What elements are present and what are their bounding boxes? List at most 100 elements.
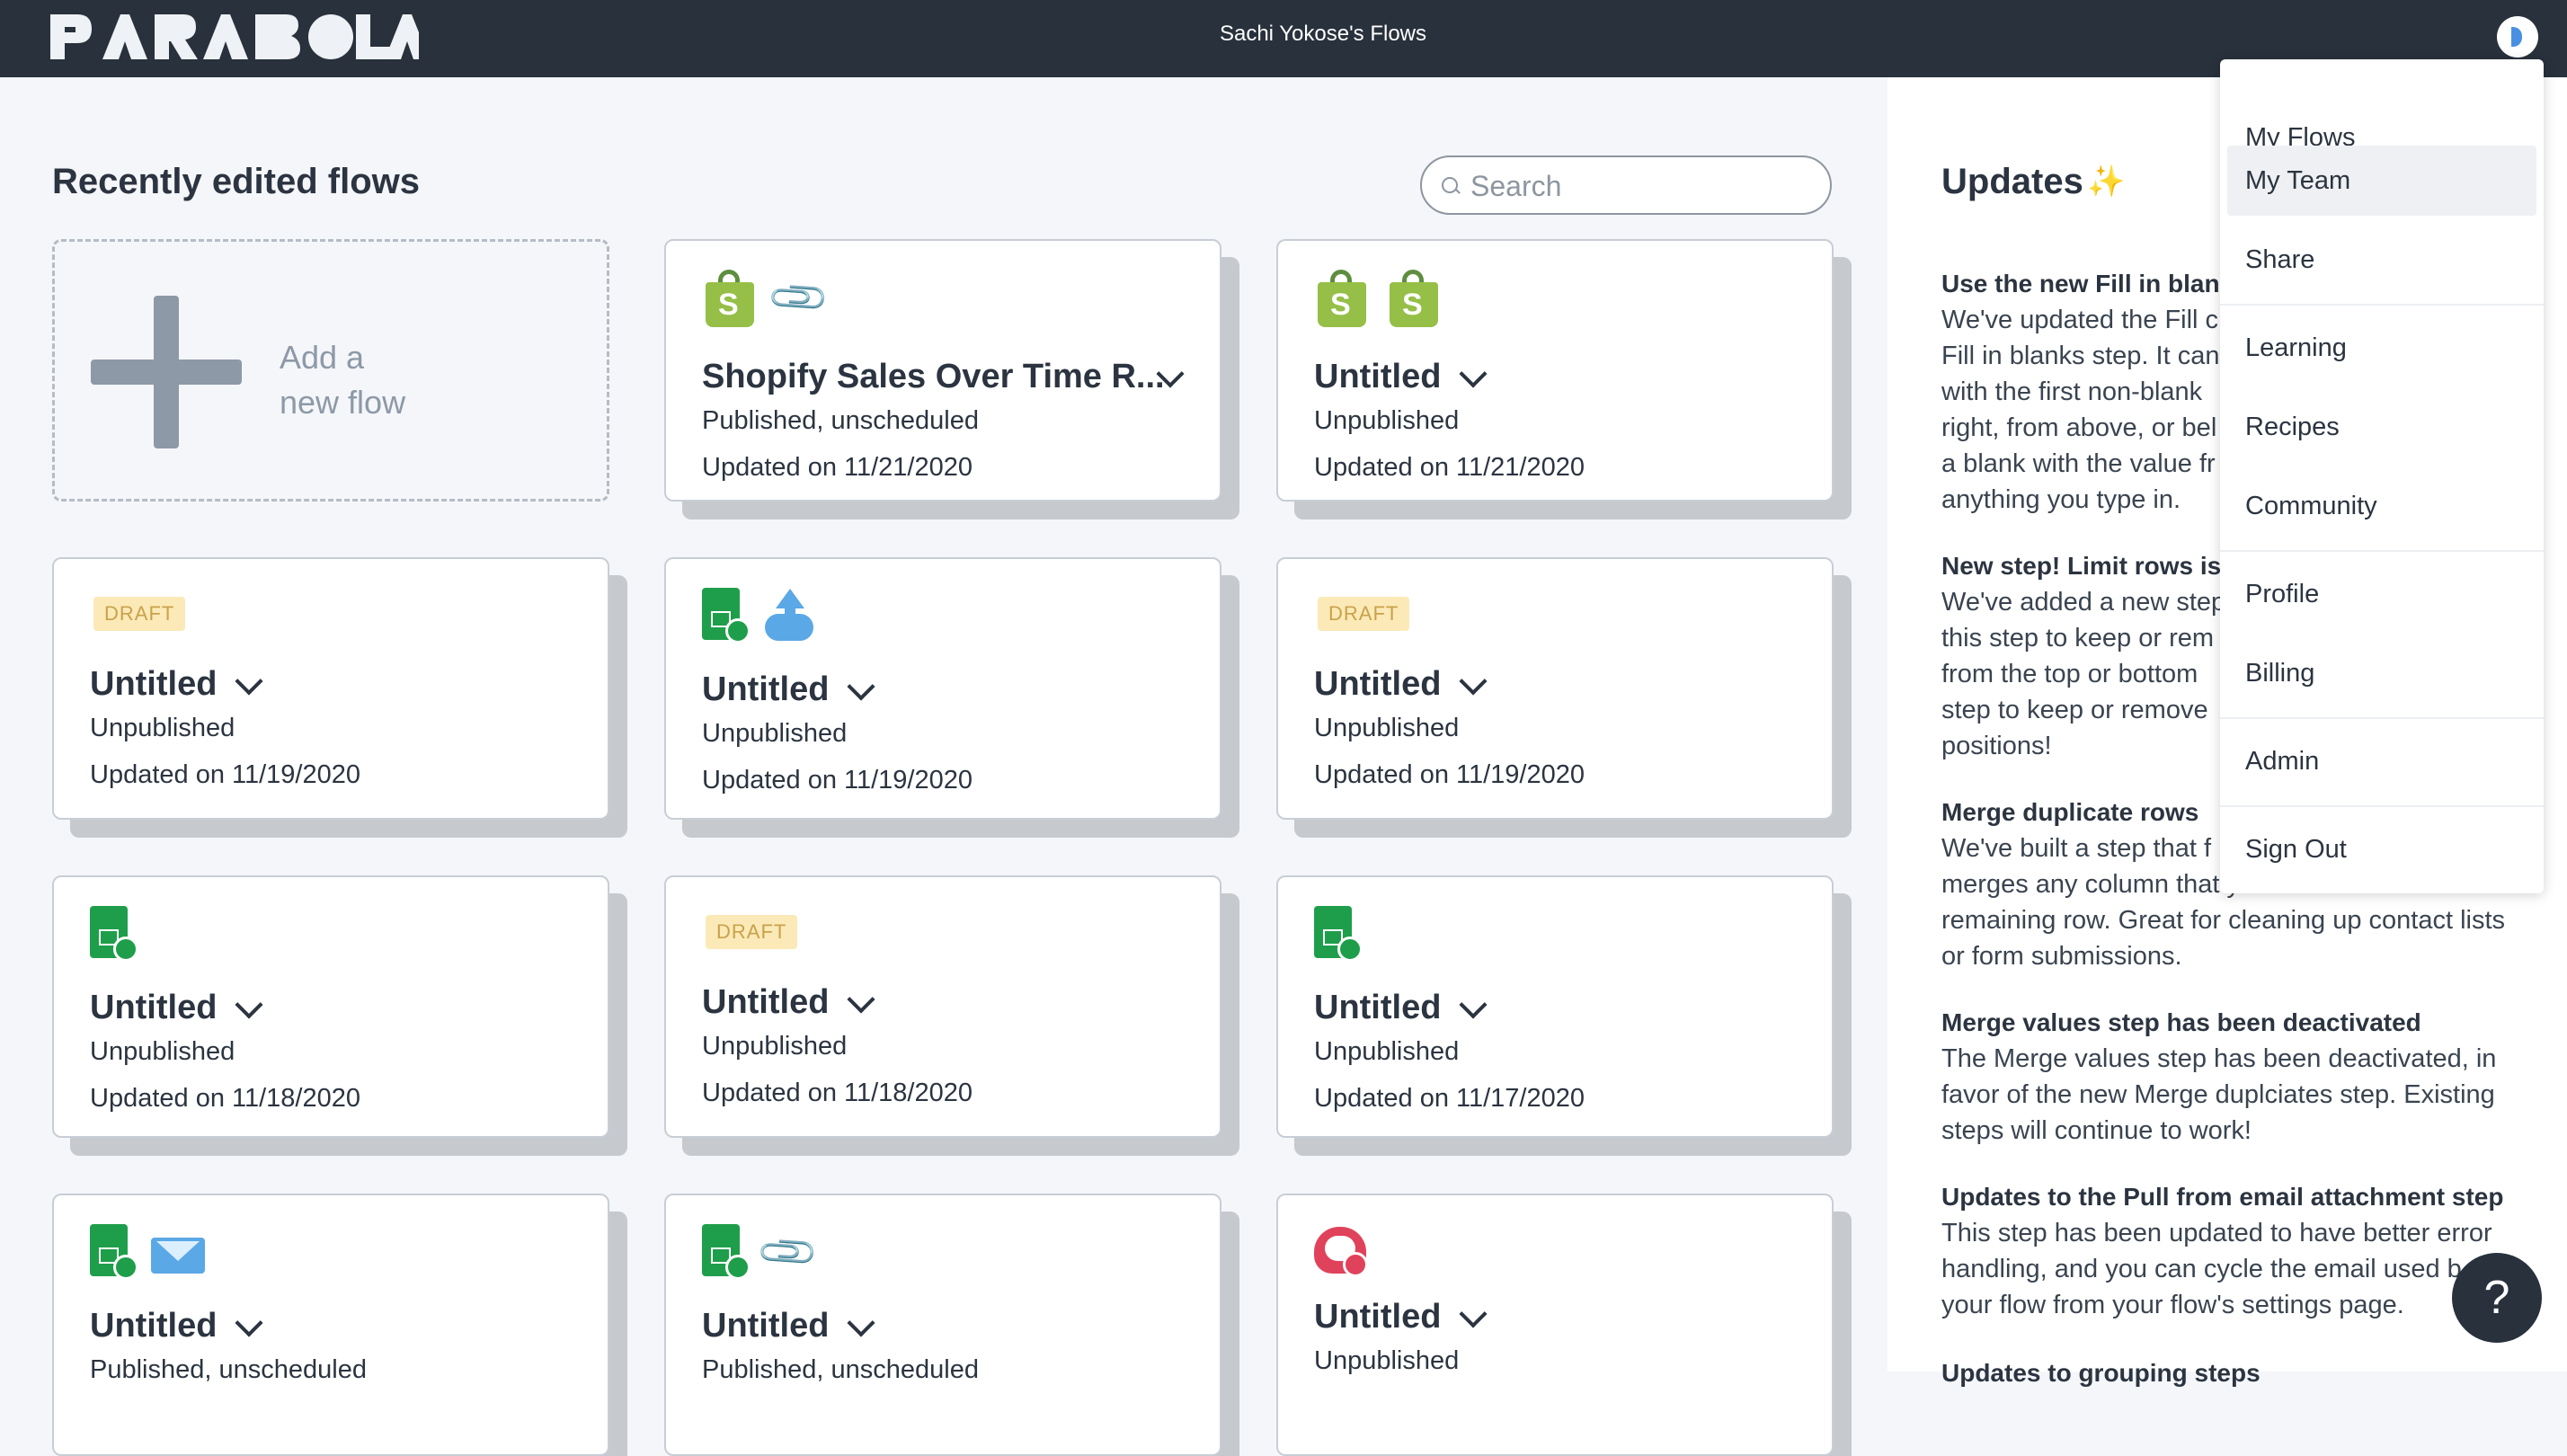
section-title: Recently edited flows: [52, 162, 420, 201]
flow-card[interactable]: 📎 Untitled Published, unscheduled: [664, 1194, 1221, 1456]
flow-updated: Updated on 11/18/2020: [702, 1079, 973, 1107]
flow-title[interactable]: Untitled: [702, 670, 829, 709]
flow-status: Unpublished: [1314, 714, 1460, 742]
flow-card[interactable]: Untitled Unpublished: [1276, 1194, 1834, 1456]
spreadsheet-import-icon: [90, 1224, 138, 1280]
card-icons: S S: [1314, 266, 1442, 329]
menu-divider: [2220, 550, 2544, 552]
flow-title[interactable]: Untitled: [90, 665, 217, 704]
chevron-down-icon[interactable]: [1459, 990, 1488, 1019]
shopify-icon: S: [702, 268, 758, 327]
flow-card[interactable]: DRAFT Untitled Unpublished Updated on 11…: [52, 557, 609, 820]
flow-status: Published, unscheduled: [702, 406, 979, 435]
update-item: Updates to grouping steps: [1941, 1355, 2526, 1391]
menu-item-sign-out[interactable]: Sign Out: [2227, 814, 2536, 884]
flow-updated: Updated on 11/19/2020: [1314, 760, 1586, 789]
update-line: favor of the new Merge duplciates step. …: [1941, 1080, 2495, 1109]
flow-title[interactable]: Untitled: [1314, 358, 1441, 396]
paperclip-icon: 📎: [766, 264, 832, 332]
update-heading: Updates to the Pull from email attachmen…: [1941, 1183, 2504, 1211]
draft-badge: DRAFT: [93, 597, 186, 631]
flow-title[interactable]: Untitled: [1314, 989, 1441, 1027]
flow-card[interactable]: DRAFT Untitled Unpublished Updated on 11…: [1276, 557, 1834, 820]
menu-item-billing[interactable]: Billing: [2227, 638, 2536, 708]
chevron-down-icon[interactable]: [1459, 667, 1488, 696]
menu-item-community[interactable]: Community: [2227, 471, 2536, 541]
chevron-down-icon[interactable]: [1459, 360, 1488, 388]
add-flow-label: Add a new flow: [280, 335, 459, 425]
flow-card[interactable]: Untitled Unpublished Updated on 11/17/20…: [1276, 875, 1834, 1138]
chevron-down-icon[interactable]: [847, 672, 875, 701]
updates-title: Updates: [1941, 162, 2083, 201]
chevron-down-icon[interactable]: [847, 1309, 875, 1337]
flow-status: Unpublished: [90, 1037, 235, 1066]
card-icons: 📎: [702, 1220, 821, 1285]
sparkles-icon: ✨: [2087, 164, 2126, 199]
update-line: or form submissions.: [1941, 942, 2182, 971]
update-line: The Merge values step has been deactivat…: [1941, 1044, 2497, 1073]
flow-card[interactable]: Untitled Unpublished Updated on 11/18/20…: [52, 875, 609, 1138]
update-line: your flow from your flow's settings page…: [1941, 1291, 2404, 1319]
flow-title[interactable]: Untitled: [90, 1307, 217, 1345]
card-icons: [702, 584, 817, 647]
update-item: Merge values step has been deactivated T…: [1941, 1005, 2526, 1149]
chevron-down-icon[interactable]: [235, 1309, 263, 1337]
menu-item-profile[interactable]: Profile: [2227, 559, 2536, 629]
cloud-upload-icon: [763, 589, 817, 643]
paperclip-icon: 📎: [755, 1219, 822, 1286]
flow-title[interactable]: Untitled: [1314, 1298, 1441, 1336]
menu-item-share[interactable]: Share: [2227, 225, 2536, 295]
menu-item-my-team[interactable]: My Team: [2227, 146, 2536, 216]
search-box[interactable]: [1420, 155, 1832, 215]
add-new-flow-button[interactable]: Add a new flow: [52, 239, 609, 502]
chevron-down-icon[interactable]: [1459, 1300, 1488, 1328]
flow-title[interactable]: Untitled: [90, 989, 217, 1027]
update-line: This step has been updated to have bette…: [1941, 1219, 2492, 1247]
flow-title[interactable]: Untitled: [702, 1307, 829, 1345]
flow-card[interactable]: S 📎 Shopify Sales Over Time R... Publish…: [664, 239, 1221, 502]
flow-updated: Updated on 11/19/2020: [90, 760, 361, 789]
menu-item-admin[interactable]: Admin: [2227, 726, 2536, 796]
draft-badge: DRAFT: [1318, 597, 1410, 631]
shopify-icon: S: [1314, 268, 1370, 327]
flow-title[interactable]: Shopify Sales Over Time R...: [702, 358, 1165, 396]
menu-item-learning[interactable]: Learning: [2227, 313, 2536, 383]
card-icons: [1314, 1221, 1368, 1283]
help-button[interactable]: ?: [2452, 1253, 2542, 1343]
chevron-down-icon[interactable]: [235, 990, 263, 1019]
flow-status: Unpublished: [702, 719, 848, 748]
chevron-down-icon[interactable]: [847, 985, 875, 1014]
shopify-icon: S: [1386, 268, 1442, 327]
user-dropdown-menu: My Flows My Team Share Learning Recipes …: [2220, 59, 2544, 893]
flow-card[interactable]: DRAFT Untitled Unpublished Updated on 11…: [664, 875, 1221, 1138]
search-input[interactable]: [1469, 166, 1814, 206]
update-item: Updates to the Pull from email attachmen…: [1941, 1179, 2526, 1323]
spreadsheet-import-icon: [702, 588, 751, 644]
menu-divider: [2220, 717, 2544, 719]
flow-status: Unpublished: [1314, 406, 1460, 435]
flow-title[interactable]: Untitled: [702, 983, 829, 1022]
menu-divider: [2220, 304, 2544, 306]
heart-import-icon: [1314, 1227, 1368, 1277]
plus-icon-bar: [91, 360, 242, 385]
flow-card[interactable]: Untitled Published, unscheduled: [52, 1194, 609, 1456]
menu-item-recipes[interactable]: Recipes: [2227, 392, 2536, 462]
spreadsheet-import-icon: [1314, 906, 1363, 962]
flow-status: Unpublished: [702, 1032, 848, 1061]
flow-updated: Updated on 11/18/2020: [90, 1084, 361, 1113]
draft-badge: DRAFT: [706, 915, 798, 949]
flow-card[interactable]: S S Untitled Unpublished Updated on 11/2…: [1276, 239, 1834, 502]
avatar[interactable]: [2497, 16, 2538, 58]
flow-title[interactable]: Untitled: [1314, 665, 1441, 704]
spreadsheet-import-icon: [90, 906, 138, 962]
menu-divider: [2220, 805, 2544, 807]
card-icons: [1314, 902, 1363, 965]
flow-updated: Updated on 11/21/2020: [702, 453, 973, 482]
flow-status: Unpublished: [1314, 1346, 1460, 1375]
card-icons: [90, 1221, 207, 1283]
email-icon: [151, 1229, 207, 1275]
update-heading: Merge values step has been deactivated: [1941, 1008, 2421, 1036]
update-heading: Updates to grouping steps: [1941, 1359, 2261, 1387]
chevron-down-icon[interactable]: [235, 667, 263, 696]
flow-card[interactable]: Untitled Unpublished Updated on 11/19/20…: [664, 557, 1221, 820]
